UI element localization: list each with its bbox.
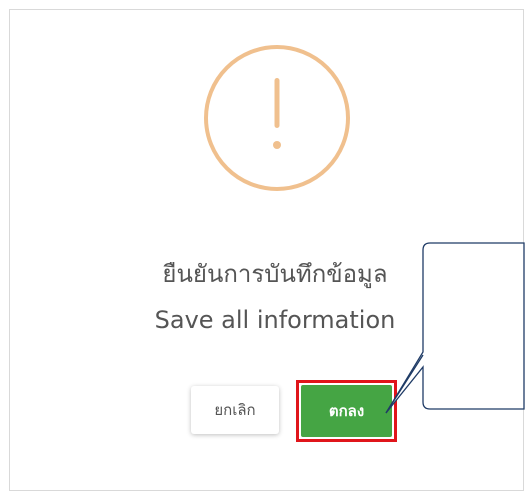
warning-exclamation-icon [203,44,351,192]
ok-button[interactable]: ตกลง [301,385,392,437]
cancel-button[interactable]: ยกเลิก [191,386,279,434]
screenshot-stage: ยืนยันการบันทึกข้อมูล Save all informati… [0,0,531,495]
dialog-subtitle: Save all information [154,306,396,334]
dialog-title: ยืนยันการบันทึกข้อมูล [162,260,388,288]
